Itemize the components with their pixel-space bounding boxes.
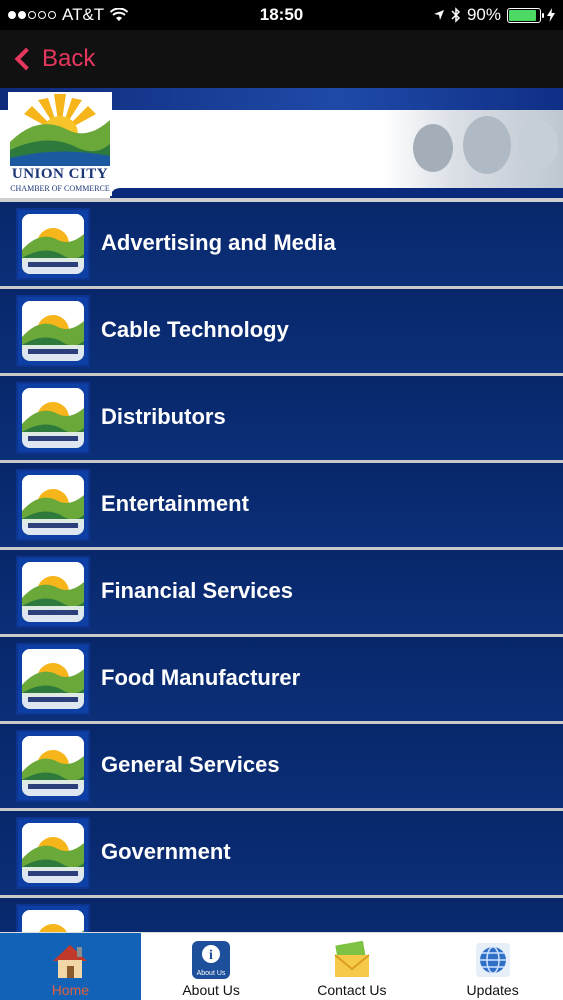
category-list-item[interactable]: Financial Services — [0, 550, 563, 637]
chamber-logo-icon — [16, 730, 90, 802]
chamber-logo-icon — [16, 295, 90, 367]
category-list-item-label: Financial Services — [101, 578, 293, 603]
header-banner: UNION CITY CHAMBER OF COMMERCE — [0, 88, 563, 198]
chamber-logo-icon — [16, 208, 90, 280]
category-list-item[interactable] — [0, 898, 563, 932]
chamber-logo-icon — [16, 817, 90, 889]
category-list-item-label: Cable Technology — [101, 317, 289, 342]
tab-bar: Home i About Us About Us Contact Us Upda… — [0, 932, 563, 1000]
category-list-item[interactable]: Advertising and Media — [0, 202, 563, 289]
about-icon-text: About Us — [197, 970, 226, 977]
category-list-item-label: Food Manufacturer — [101, 665, 301, 690]
tab-contact-us[interactable]: Contact Us — [282, 933, 423, 1000]
battery-fill — [509, 9, 536, 21]
category-list-item-label: Advertising and Media — [101, 230, 336, 255]
sunrise-hills-logo-graphic — [10, 94, 110, 166]
category-list-item[interactable]: General Services — [0, 724, 563, 811]
navigation-bar: Back — [0, 30, 563, 88]
category-list-item[interactable]: Cable Technology — [0, 289, 563, 376]
category-list-item-label: Distributors — [101, 404, 226, 429]
battery-icon — [507, 7, 544, 23]
wifi-icon — [110, 8, 129, 21]
chamber-logo-icon — [16, 556, 90, 628]
status-bar: AT&T 18:50 90% — [0, 0, 563, 30]
status-left: AT&T — [8, 5, 129, 25]
logo-title: UNION CITY — [11, 166, 109, 182]
tab-updates-label: Updates — [466, 982, 519, 998]
globe-refresh-icon — [475, 943, 510, 977]
category-list-item[interactable]: Distributors — [0, 376, 563, 463]
category-list-item-label: General Services — [101, 752, 280, 777]
chamber-logo-icon — [16, 904, 90, 932]
category-list-item[interactable]: Government — [0, 811, 563, 898]
envelope-icon — [334, 940, 370, 977]
tab-home[interactable]: Home — [0, 933, 141, 1000]
category-list-item-label: Entertainment — [101, 491, 249, 516]
chevron-left-icon — [14, 47, 38, 71]
category-list-item-label: Government — [101, 839, 231, 864]
banner-photo — [383, 110, 563, 188]
signal-strength-icon — [8, 11, 56, 19]
info-icon: i About Us — [192, 941, 231, 979]
category-list-item[interactable]: Food Manufacturer — [0, 637, 563, 724]
chamber-logo-icon — [16, 469, 90, 541]
tab-about-us-label: About Us — [182, 982, 240, 998]
bluetooth-icon — [451, 7, 461, 23]
tab-updates[interactable]: Updates — [422, 933, 563, 1000]
location-arrow-icon — [433, 10, 444, 20]
svg-text:i: i — [209, 948, 213, 963]
banner-bottom-stripe — [110, 188, 563, 198]
tab-home-label: Home — [51, 982, 90, 998]
category-list[interactable]: Advertising and Media Cable Technology Dis… — [0, 202, 563, 932]
carrier-label: AT&T — [62, 5, 105, 24]
battery-percent: 90% — [466, 5, 501, 24]
back-button-label: Back — [42, 45, 96, 72]
category-list-item[interactable]: Entertainment — [0, 463, 563, 550]
charging-bolt-icon — [547, 8, 555, 22]
house-icon — [53, 945, 88, 978]
back-button[interactable]: Back — [12, 38, 95, 80]
union-city-logo: UNION CITY CHAMBER OF COMMERCE — [8, 92, 112, 196]
chamber-logo-icon — [16, 643, 90, 715]
tab-about-us[interactable]: i About Us About Us — [141, 933, 282, 1000]
logo-subtitle: CHAMBER OF COMMERCE — [10, 184, 110, 193]
status-right: 90% — [433, 5, 555, 25]
tab-contact-us-label: Contact Us — [317, 982, 387, 998]
chamber-logo-icon — [16, 382, 90, 454]
